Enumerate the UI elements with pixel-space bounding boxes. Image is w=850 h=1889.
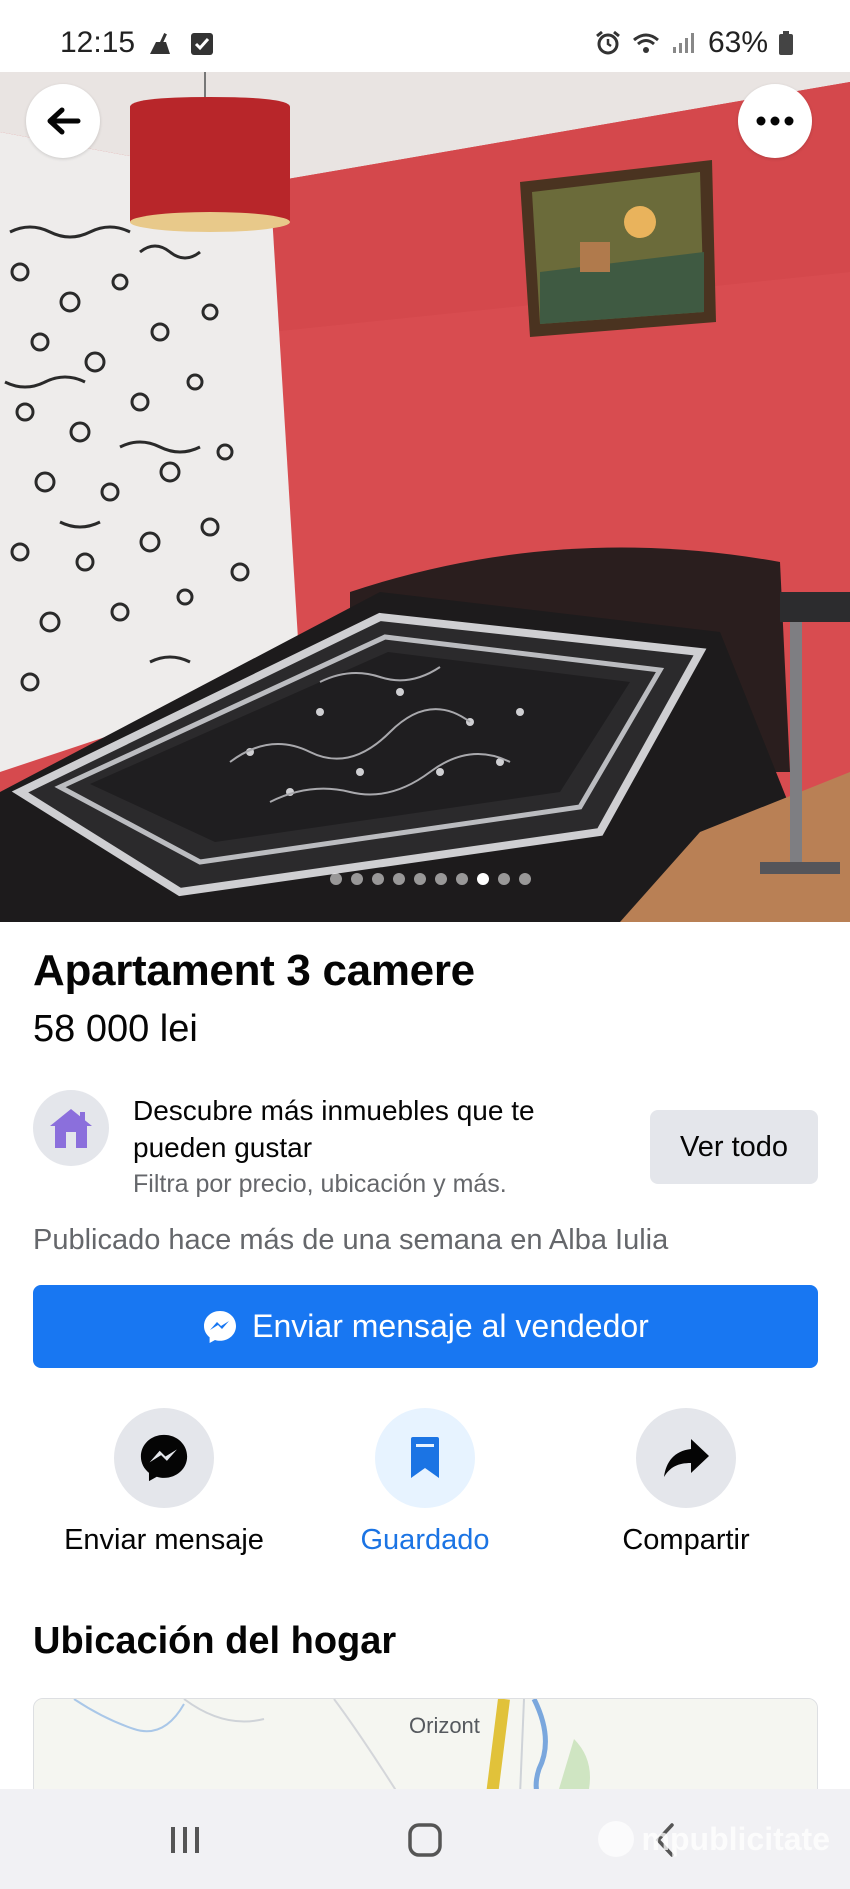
battery-percent: 63%	[707, 26, 768, 59]
pager-dot[interactable]	[497, 873, 510, 885]
alarm-icon	[596, 30, 620, 55]
send-seller-label: Enviar mensaje al vendedor	[252, 1308, 649, 1344]
listing-title: Apartament 3 camere	[33, 946, 475, 995]
home-button[interactable]	[400, 1815, 450, 1865]
promo-title: Descubre más inmuebles que te pueden gus…	[133, 1095, 535, 1163]
pager-dot[interactable]	[392, 873, 405, 885]
back-arrow-icon	[47, 107, 81, 135]
bedroom-photo	[0, 72, 850, 922]
see-all-button[interactable]: Ver todo	[650, 1110, 818, 1184]
send-message-button[interactable]	[114, 1408, 214, 1508]
send-seller-message-button[interactable]: Enviar mensaje al vendedor	[33, 1285, 818, 1368]
share-icon	[664, 1439, 709, 1477]
home-icon	[408, 1823, 442, 1857]
send-message-action[interactable]: Enviar mensaje	[34, 1408, 294, 1557]
battery-icon	[779, 31, 793, 55]
send-message-label: Enviar mensaje	[64, 1524, 264, 1556]
system-nav-bar: mpublicitate	[0, 1789, 850, 1889]
recent-apps-icon	[171, 1827, 199, 1853]
listing-photo[interactable]	[0, 72, 850, 922]
checkbox-icon	[191, 33, 213, 55]
promo-card: Descubre más inmuebles que te pueden gus…	[33, 1090, 818, 1200]
pager-dot[interactable]	[518, 873, 531, 885]
photo-pager	[0, 873, 850, 885]
cleaner-icon	[150, 33, 170, 54]
saved-button[interactable]	[375, 1408, 475, 1508]
pager-dot[interactable]	[371, 873, 384, 885]
recent-apps-button[interactable]	[160, 1815, 210, 1865]
back-button[interactable]	[26, 84, 100, 158]
status-time: 12:15	[60, 26, 136, 59]
pager-dot[interactable]	[413, 873, 426, 885]
messenger-icon	[140, 1434, 188, 1482]
signal-icon	[672, 33, 694, 53]
watermark: mpublicitate	[596, 1819, 830, 1859]
messenger-icon	[204, 1310, 237, 1343]
share-label: Compartir	[622, 1524, 750, 1556]
more-icon	[756, 116, 794, 126]
pager-dot[interactable]	[329, 873, 342, 885]
watermark-text: mpublicitate	[641, 1820, 830, 1857]
pager-dot[interactable]	[434, 873, 447, 885]
map-label: Orizont	[409, 1713, 480, 1738]
published-info: Publicado hace más de una semana en Alba…	[33, 1224, 669, 1256]
status-left-icons	[146, 30, 216, 58]
watermark-logo-icon	[597, 1821, 634, 1857]
house-icon	[33, 1090, 109, 1166]
promo-subtitle: Filtra por precio, ubicación y más.	[133, 1170, 507, 1198]
pager-dot[interactable]	[350, 873, 363, 885]
listing-price: 58 000 lei	[33, 1008, 198, 1050]
share-button[interactable]	[636, 1408, 736, 1508]
status-right-icons: 63%	[594, 26, 794, 60]
bookmark-icon	[411, 1437, 439, 1478]
more-options-button[interactable]	[738, 84, 812, 158]
share-action[interactable]: Compartir	[556, 1408, 816, 1557]
status-bar: 12:15 63%	[0, 0, 850, 72]
pager-dot[interactable]	[455, 873, 468, 885]
action-row: Enviar mensaje Guardado Compartir	[0, 1408, 850, 1558]
saved-action[interactable]: Guardado	[295, 1408, 555, 1557]
saved-label: Guardado	[360, 1524, 490, 1556]
wifi-icon	[632, 33, 659, 53]
pager-dot-active[interactable]	[476, 873, 489, 885]
location-section-title: Ubicación del hogar	[33, 1620, 397, 1662]
